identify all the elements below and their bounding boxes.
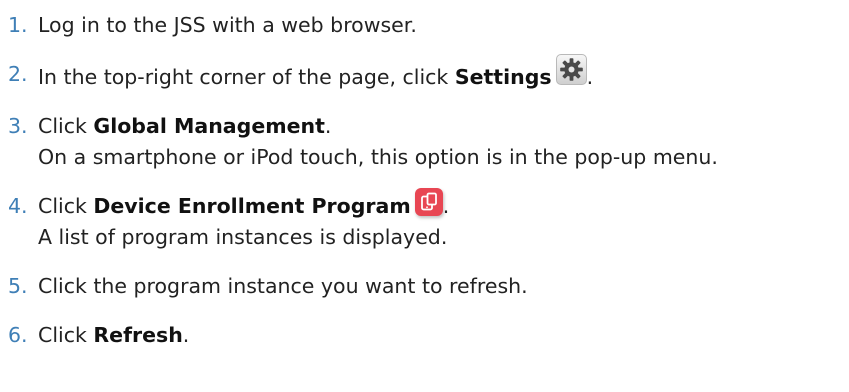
step-text: Click Device Enrollment Program. <box>38 188 849 222</box>
step-4: 4. Click Device Enrollment Program. A li… <box>8 188 849 253</box>
step-number: 6. <box>8 323 28 347</box>
step-text: Click the program instance you want to r… <box>38 274 528 298</box>
global-management-term: Global Management <box>93 114 325 138</box>
device-enrollment-program-term: Device Enrollment Program <box>93 194 411 218</box>
step-number: 5. <box>8 274 28 298</box>
step-6: 6. Click Refresh. <box>8 320 849 351</box>
step-text: In the top-right corner of the page, cli… <box>38 54 849 93</box>
step-text-after: . <box>442 194 450 218</box>
step-3: 3. Click Global Management. On a smartph… <box>8 111 849 173</box>
instruction-list: 1. Log in to the JSS with a web browser.… <box>8 10 849 351</box>
step-text-before: Click <box>38 323 94 347</box>
step-text-after: . <box>324 114 332 138</box>
step-text: Log in to the JSS with a web browser. <box>38 13 417 37</box>
step-1: 1. Log in to the JSS with a web browser. <box>8 10 849 41</box>
device-enrollment-icon <box>414 188 443 216</box>
step-2: 2. In the top-right corner of the page, … <box>8 54 849 93</box>
step-text-before: Click <box>38 114 94 138</box>
settings-term: Settings <box>454 65 552 89</box>
step-number: 2. <box>8 62 28 86</box>
step-number: 4. <box>8 194 28 218</box>
refresh-term: Refresh <box>93 323 183 347</box>
settings-gear-icon <box>555 54 587 85</box>
step-text-before: In the top-right corner of the page, cli… <box>38 65 455 89</box>
step-text: Click Refresh. <box>38 320 849 351</box>
step-text-after: . <box>182 323 190 347</box>
step-text-before: Click <box>38 194 94 218</box>
step-5: 5. Click the program instance you want t… <box>8 271 849 302</box>
step-number: 3. <box>8 114 28 138</box>
step-number: 1. <box>8 13 28 37</box>
step-text-after: . <box>586 65 594 89</box>
step-note: On a smartphone or iPod touch, this opti… <box>38 145 718 169</box>
step-note: A list of program instances is displayed… <box>38 225 448 249</box>
step-text: Click Global Management. <box>38 111 849 142</box>
